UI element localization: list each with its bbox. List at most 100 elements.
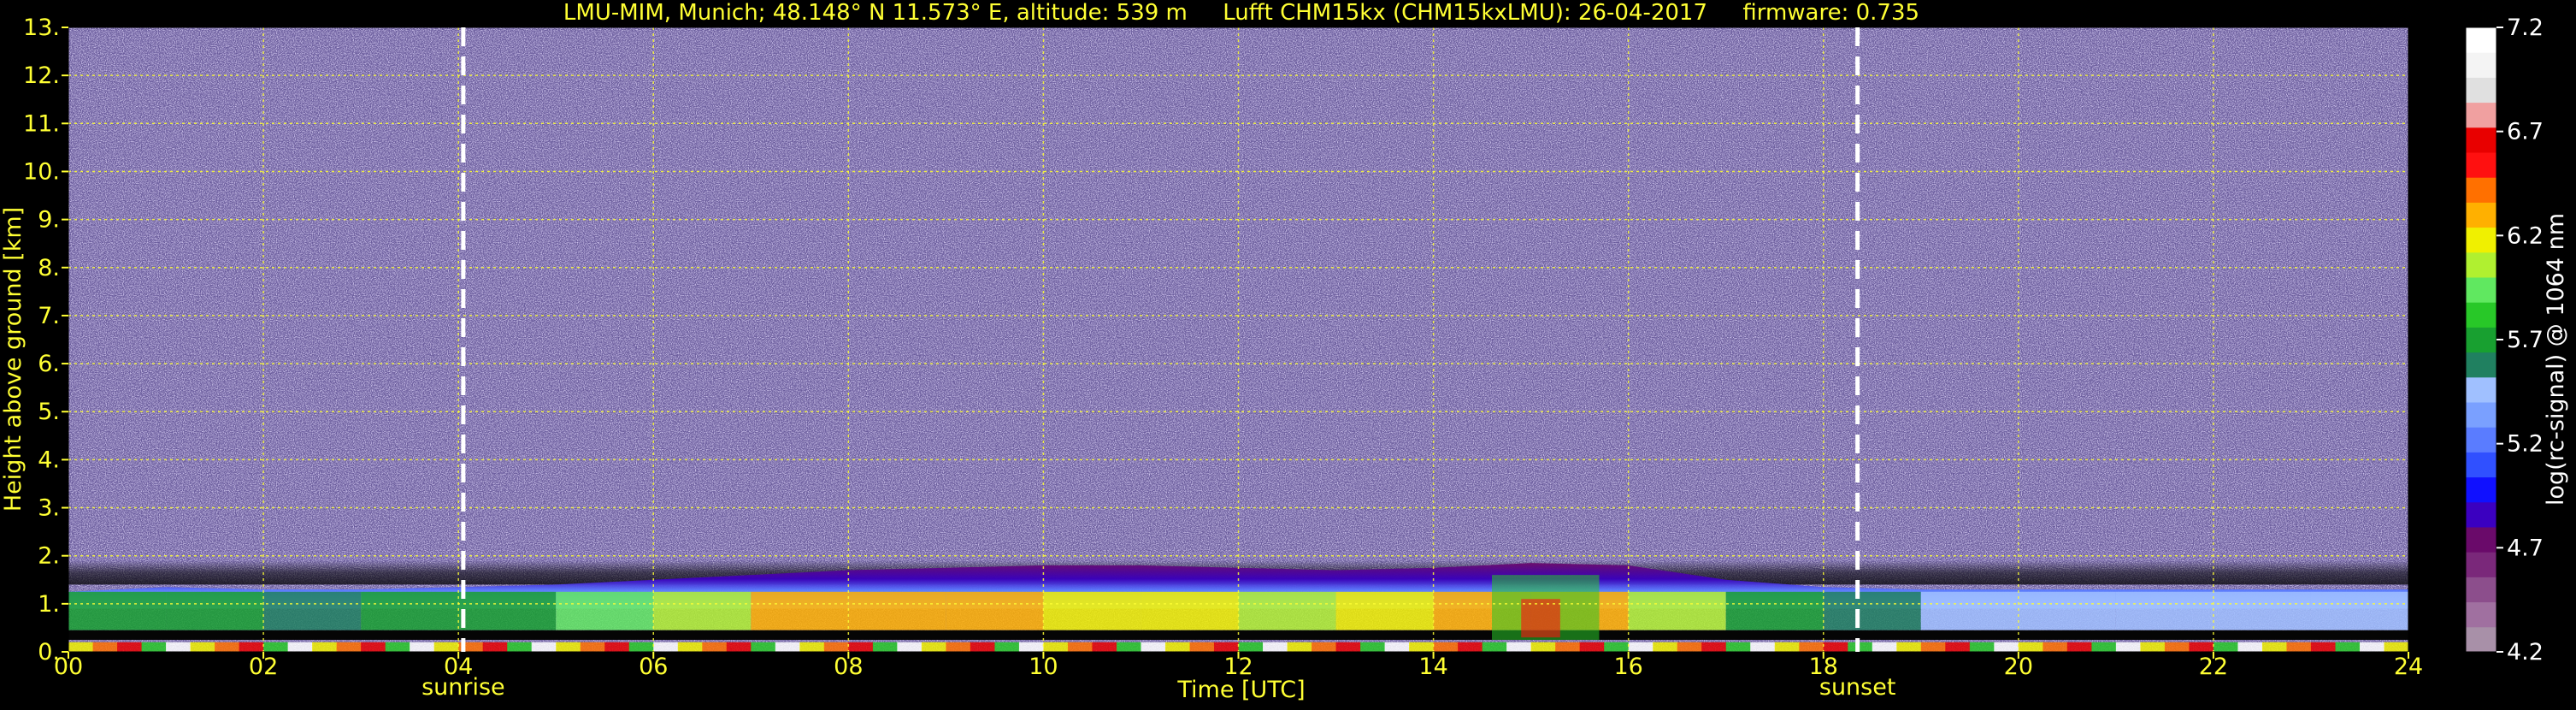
surface-signal xyxy=(1043,642,1069,652)
surface-signal xyxy=(1848,642,1873,652)
aerosol-core xyxy=(556,591,654,630)
aerosol-core xyxy=(2018,591,2116,630)
surface-signal xyxy=(1482,642,1507,652)
surface-signal xyxy=(1213,642,1239,652)
surface-signal xyxy=(141,642,167,652)
surface-signal xyxy=(2140,642,2166,652)
x-tick-label: 04 xyxy=(444,654,473,680)
colorbar-swatch xyxy=(2466,577,2496,603)
surface-signal xyxy=(68,642,94,652)
colorbar-swatch xyxy=(2466,501,2496,528)
y-tick-label: 6. xyxy=(38,351,60,377)
surface-signal xyxy=(1555,642,1581,652)
surface-signal xyxy=(1360,642,1386,652)
surface-signal xyxy=(1920,642,1946,652)
y-tick-label: 4. xyxy=(38,447,60,473)
x-tick-label: 08 xyxy=(834,654,863,680)
surface-signal xyxy=(2189,642,2214,652)
surface-signal xyxy=(1799,642,1824,652)
y-tick-label: 1. xyxy=(38,591,60,618)
surface-signal xyxy=(2164,642,2190,652)
surface-signal xyxy=(1409,642,1435,652)
x-tick-label: 20 xyxy=(2004,654,2033,680)
colorbar-tick-label: 5.7 xyxy=(2507,327,2544,353)
surface-signal xyxy=(2384,642,2409,652)
colorbar-tick-label: 4.2 xyxy=(2507,639,2544,666)
surface-signal xyxy=(1725,642,1751,652)
colorbar-tick-label: 6.7 xyxy=(2507,119,2544,145)
y-tick-label: 12. xyxy=(23,62,60,89)
colorbar-swatch xyxy=(2466,302,2496,328)
surface-signal xyxy=(385,642,410,652)
surface-signal xyxy=(2359,642,2384,652)
surface-signal xyxy=(1384,642,1410,652)
colorbar-swatch xyxy=(2466,601,2496,628)
colorbar-swatch xyxy=(2466,152,2496,178)
surface-signal xyxy=(92,642,118,652)
surface-signal xyxy=(507,642,533,652)
convective-core xyxy=(1521,599,1560,638)
surface-signal xyxy=(994,642,1020,652)
surface-signal xyxy=(1677,642,1702,652)
colorbar-swatch xyxy=(2466,527,2496,553)
surface-signal xyxy=(410,642,435,652)
surface-signal xyxy=(1701,642,1727,652)
surface-signal xyxy=(970,642,995,652)
surface-signal xyxy=(1653,642,1678,652)
y-tick-label: 0. xyxy=(38,639,60,666)
y-tick-label: 13. xyxy=(23,15,60,41)
surface-signal xyxy=(215,642,240,652)
chart-svg: sunrise sunset 00 02 04 06 08 10 12 14 16 18 20 22 24… xyxy=(0,0,2569,703)
surface-signal xyxy=(361,642,386,652)
surface-signal xyxy=(1335,642,1361,652)
surface-signal xyxy=(775,642,800,652)
aerosol-core xyxy=(1823,591,1921,630)
surface-signal xyxy=(1774,642,1800,652)
surface-signal xyxy=(2091,642,2117,652)
aerosol-core xyxy=(1141,591,1239,630)
surface-signal xyxy=(263,642,289,652)
surface-signal xyxy=(897,642,923,652)
surface-signal xyxy=(1604,642,1630,652)
x-tick-label: 02 xyxy=(249,654,278,680)
surface-signal xyxy=(1067,642,1093,652)
x-tick-label: 06 xyxy=(639,654,668,680)
surface-signal xyxy=(1141,642,1166,652)
x-axis-label: Time [UTC] xyxy=(1176,677,1305,703)
colorbar-swatch xyxy=(2466,552,2496,577)
aerosol-core xyxy=(1725,591,1824,630)
aerosol-core xyxy=(458,591,557,630)
surface-signal xyxy=(1579,642,1605,652)
surface-signal xyxy=(2066,642,2092,652)
colorbar-swatch xyxy=(2466,227,2496,253)
surface-signal xyxy=(799,642,825,652)
surface-signal xyxy=(1263,642,1288,652)
surface-signal xyxy=(1164,642,1190,652)
surface-signal xyxy=(531,642,557,652)
surface-signal xyxy=(2043,642,2068,652)
surface-signal xyxy=(556,642,581,652)
y-tick-label: 11. xyxy=(23,110,60,137)
surface-signal xyxy=(1969,642,1995,652)
surface-signal xyxy=(1945,642,1971,652)
x-tick-label: 14 xyxy=(1418,654,1447,680)
y-tick-label: 10. xyxy=(23,158,60,185)
ceilometer-chart: sunrise sunset 00 02 04 06 08 10 12 14 16 18 20 22 24… xyxy=(0,0,2576,707)
aerosol-core xyxy=(166,591,264,630)
surface-signal xyxy=(751,642,776,652)
surface-signal xyxy=(1823,642,1848,652)
surface-signal xyxy=(312,642,338,652)
surface-signal xyxy=(1287,642,1312,652)
x-tick-label: 22 xyxy=(2199,654,2228,680)
x-tick-label: 16 xyxy=(1613,654,1642,680)
surface-signal xyxy=(239,642,264,652)
y-axis-ticks: 0. 1. 2. 3. 4. 5. 6. 7. 8. 9. 10. 11. 12. 13. xyxy=(23,15,68,666)
surface-signal xyxy=(2115,642,2141,652)
surface-signal xyxy=(433,642,459,652)
aerosol-core xyxy=(751,591,849,630)
colorbar: 4.2 4.7 5.2 5.7 6.2 6.7 7.2 xyxy=(2465,15,2544,666)
aerosol-core xyxy=(1920,591,2019,630)
surface-signal xyxy=(1896,642,1922,652)
y-tick-label: 3. xyxy=(38,495,60,522)
surface-signal xyxy=(946,642,971,652)
